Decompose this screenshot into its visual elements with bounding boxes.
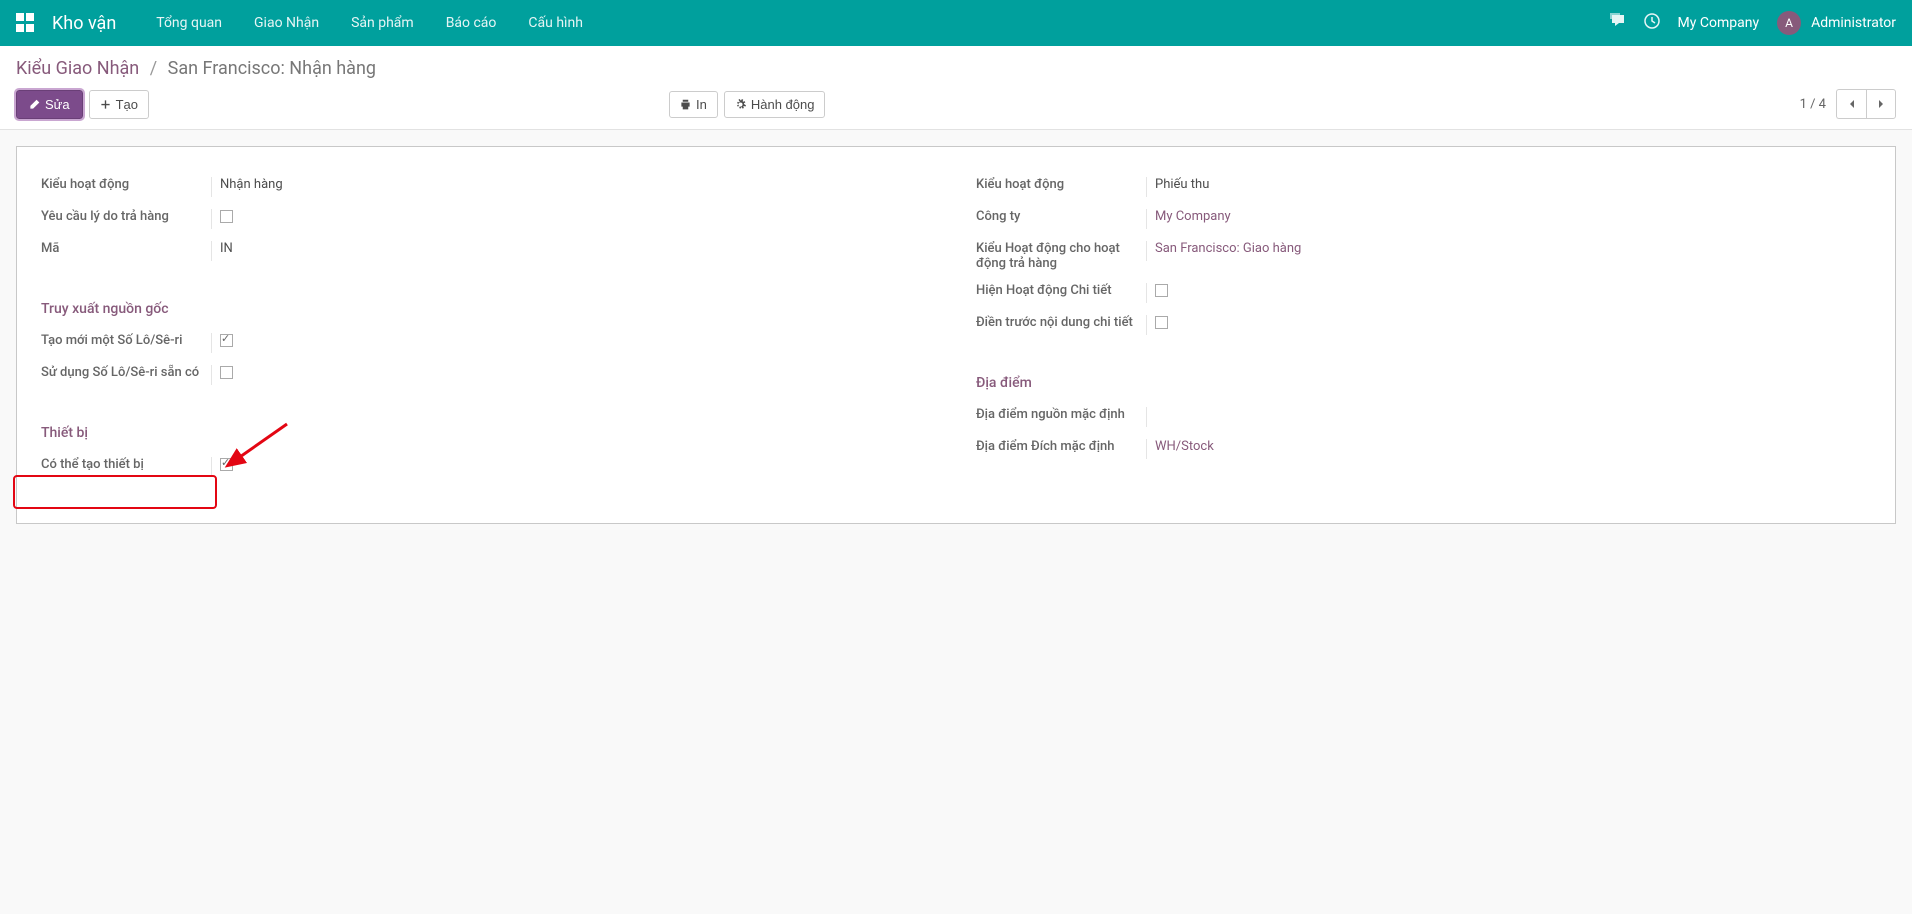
label-use-lot: Sử dụng Số Lô/Sê-ri sẵn có bbox=[41, 365, 211, 380]
nav-item-config[interactable]: Cấu hình bbox=[512, 0, 599, 46]
section-device: Thiết bị bbox=[41, 425, 936, 441]
nav-item-reports[interactable]: Báo cáo bbox=[430, 0, 513, 46]
action-button[interactable]: Hành động bbox=[724, 91, 826, 118]
company-switcher[interactable]: My Company bbox=[1678, 15, 1760, 31]
nav-menu: Tổng quan Giao Nhận Sản phẩm Báo cáo Cấu… bbox=[140, 0, 599, 46]
create-button[interactable]: Tạo bbox=[89, 90, 149, 119]
label-show-detail: Hiện Hoạt động Chi tiết bbox=[976, 283, 1146, 298]
username: Administrator bbox=[1811, 15, 1896, 31]
nav-item-products[interactable]: Sản phẩm bbox=[335, 0, 430, 46]
breadcrumb: Kiểu Giao Nhận / San Francisco: Nhận hàn… bbox=[16, 58, 1896, 79]
chat-icon[interactable] bbox=[1610, 13, 1626, 33]
value-op-type: Nhận hàng bbox=[211, 177, 936, 197]
pager-text[interactable]: 1 / 4 bbox=[1800, 97, 1826, 112]
control-panel: Kiểu Giao Nhận / San Francisco: Nhận hàn… bbox=[0, 46, 1912, 130]
label-op-type-2: Kiểu hoạt động bbox=[976, 177, 1146, 192]
avatar: A bbox=[1777, 11, 1801, 35]
section-traceability: Truy xuất nguồn gốc bbox=[41, 301, 936, 317]
annotation-arrow bbox=[227, 419, 297, 473]
breadcrumb-parent[interactable]: Kiểu Giao Nhận bbox=[16, 58, 139, 79]
form-sheet: Kiểu hoạt động Nhận hàng Yêu cầu lý do t… bbox=[16, 146, 1896, 524]
plus-icon bbox=[100, 99, 111, 110]
label-return-op: Kiểu Hoạt động cho hoạt động trả hàng bbox=[976, 241, 1146, 271]
label-return-reason: Yêu cầu lý do trả hàng bbox=[41, 209, 211, 224]
checkbox-new-lot[interactable] bbox=[220, 334, 233, 347]
pager-next[interactable] bbox=[1866, 89, 1896, 119]
label-dest-loc: Địa điểm Đích mặc định bbox=[976, 439, 1146, 454]
value-op-type-2: Phiếu thu bbox=[1146, 177, 1871, 197]
label-code: Mã bbox=[41, 241, 211, 256]
pager-prev[interactable] bbox=[1836, 89, 1866, 119]
section-location: Địa điểm bbox=[976, 375, 1871, 391]
nav-item-transfers[interactable]: Giao Nhận bbox=[238, 0, 335, 46]
label-company: Công ty bbox=[976, 209, 1146, 224]
chevron-right-icon bbox=[1876, 99, 1886, 109]
top-navbar: Kho vận Tổng quan Giao Nhận Sản phẩm Báo… bbox=[0, 0, 1912, 46]
value-src-loc bbox=[1146, 407, 1871, 427]
label-src-loc: Địa điểm nguồn mặc định bbox=[976, 407, 1146, 422]
checkbox-return-reason[interactable] bbox=[220, 210, 233, 223]
brand-title[interactable]: Kho vận bbox=[52, 13, 116, 34]
apps-icon[interactable] bbox=[16, 13, 36, 33]
pencil-icon bbox=[29, 99, 40, 110]
value-return-op[interactable]: San Francisco: Giao hàng bbox=[1146, 241, 1871, 261]
nav-item-overview[interactable]: Tổng quan bbox=[140, 0, 238, 46]
value-dest-loc[interactable]: WH/Stock bbox=[1146, 439, 1871, 459]
print-button[interactable]: In bbox=[669, 91, 718, 118]
print-icon bbox=[680, 99, 691, 110]
value-company[interactable]: My Company bbox=[1146, 209, 1871, 229]
user-menu[interactable]: A Administrator bbox=[1777, 11, 1896, 35]
breadcrumb-sep: / bbox=[150, 58, 157, 79]
gear-icon bbox=[735, 99, 746, 110]
checkbox-prefill[interactable] bbox=[1155, 316, 1168, 329]
annotation-highlight-rect bbox=[13, 475, 217, 509]
breadcrumb-current: San Francisco: Nhận hàng bbox=[168, 58, 376, 79]
edit-button[interactable]: Sửa bbox=[16, 90, 83, 119]
value-code: IN bbox=[211, 241, 936, 261]
label-op-type: Kiểu hoạt động bbox=[41, 177, 211, 192]
clock-icon[interactable] bbox=[1644, 13, 1660, 33]
chevron-left-icon bbox=[1847, 99, 1857, 109]
checkbox-show-detail[interactable] bbox=[1155, 284, 1168, 297]
label-can-create-device: Có thể tạo thiết bị bbox=[41, 457, 211, 472]
checkbox-use-lot[interactable] bbox=[220, 366, 233, 379]
label-new-lot: Tạo mới một Số Lô/Sê-ri bbox=[41, 333, 211, 348]
label-prefill: Điền trước nội dung chi tiết bbox=[976, 315, 1146, 330]
